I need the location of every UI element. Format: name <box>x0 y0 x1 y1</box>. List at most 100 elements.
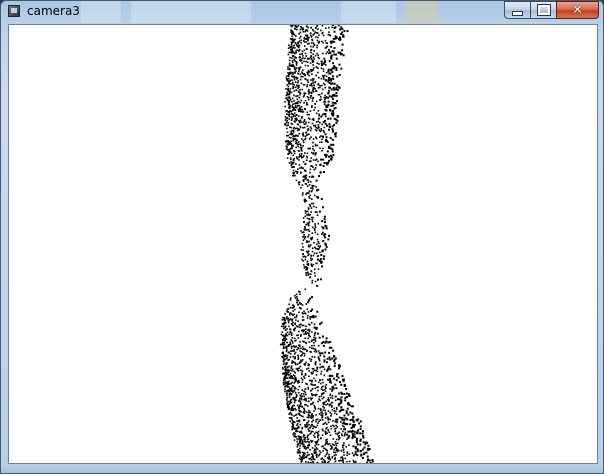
cloud-point <box>318 454 320 457</box>
cloud-point <box>288 417 291 419</box>
cloud-point <box>314 363 317 366</box>
cloud-point <box>304 374 307 377</box>
cloud-point <box>302 141 305 144</box>
cloud-point <box>304 163 307 165</box>
cloud-point <box>305 159 308 162</box>
cloud-point <box>310 92 313 95</box>
cloud-point <box>314 224 317 227</box>
cloud-point <box>288 118 291 120</box>
cloud-point <box>289 306 292 309</box>
cloud-point <box>288 99 290 102</box>
title-bar[interactable]: camera3 ✕ <box>1 1 603 23</box>
cloud-point <box>311 388 314 390</box>
cloud-point <box>303 333 305 335</box>
minimize-button[interactable] <box>504 1 530 19</box>
cloud-point <box>341 43 344 46</box>
cloud-point <box>314 268 316 271</box>
cloud-point <box>302 95 305 98</box>
cloud-point <box>300 355 302 357</box>
cloud-point <box>306 308 309 310</box>
cloud-point <box>289 88 292 90</box>
cloud-point <box>296 114 298 116</box>
cloud-point <box>295 396 298 398</box>
cloud-point <box>302 126 304 129</box>
cloud-point <box>318 76 320 79</box>
cloud-point <box>313 410 315 412</box>
app-window-icon[interactable] <box>8 5 20 17</box>
cloud-point <box>327 238 330 241</box>
cloud-point <box>325 383 328 386</box>
cloud-point <box>311 232 314 234</box>
cloud-point <box>298 426 300 429</box>
cloud-point <box>288 62 291 65</box>
cloud-point <box>284 358 286 361</box>
cloud-point <box>328 86 331 89</box>
cloud-point <box>332 420 334 422</box>
cloud-point <box>331 26 333 29</box>
cloud-point <box>322 335 324 338</box>
cloud-point <box>336 450 339 453</box>
cloud-point <box>324 411 327 414</box>
cloud-point <box>292 87 294 90</box>
cloud-point <box>317 440 319 442</box>
cloud-point <box>336 84 339 87</box>
cloud-point <box>294 436 296 438</box>
cloud-point <box>359 420 362 423</box>
cloud-point <box>291 370 293 372</box>
cloud-point <box>304 363 306 366</box>
cloud-point <box>317 278 319 281</box>
cloud-point <box>298 407 300 410</box>
cloud-point <box>292 390 294 393</box>
cloud-point <box>345 396 348 398</box>
cloud-point <box>287 96 289 99</box>
cloud-point <box>315 262 317 265</box>
camera-viewport[interactable] <box>8 24 598 464</box>
cloud-point <box>351 432 354 435</box>
cloud-point <box>320 197 323 200</box>
cloud-point <box>297 325 300 328</box>
cloud-point <box>306 268 308 271</box>
cloud-point <box>304 74 306 77</box>
cloud-point <box>323 103 326 105</box>
cloud-point <box>315 136 317 138</box>
cloud-point <box>306 134 308 136</box>
cloud-point <box>333 88 336 91</box>
cloud-point <box>299 28 302 31</box>
cloud-point <box>312 347 315 350</box>
cloud-point <box>313 124 315 127</box>
cloud-point <box>321 88 324 91</box>
cloud-point <box>328 52 330 55</box>
cloud-point <box>283 342 285 344</box>
cloud-point <box>315 100 318 103</box>
cloud-point <box>331 397 334 400</box>
cloud-point <box>316 366 319 369</box>
cloud-point <box>322 227 325 230</box>
cloud-point <box>321 249 324 252</box>
cloud-point <box>312 427 314 430</box>
cloud-point <box>302 217 305 219</box>
cloud-point <box>371 460 374 463</box>
cloud-point <box>311 344 313 347</box>
cloud-point <box>322 52 324 55</box>
cloud-point <box>296 139 298 141</box>
cloud-point <box>329 434 332 436</box>
cloud-point <box>310 414 313 416</box>
cloud-point <box>325 245 328 248</box>
cloud-point <box>317 258 319 261</box>
cloud-point <box>286 328 288 330</box>
cloud-point <box>285 390 288 392</box>
cloud-point <box>312 166 314 168</box>
cloud-point <box>304 200 306 202</box>
close-button[interactable]: ✕ <box>556 1 599 19</box>
cloud-point <box>310 36 313 38</box>
cloud-point <box>340 26 343 29</box>
cloud-point <box>290 382 292 385</box>
cloud-point <box>296 98 299 101</box>
cloud-point <box>329 411 331 414</box>
cloud-point <box>318 57 320 60</box>
cloud-point <box>312 56 315 59</box>
cloud-point <box>292 159 295 161</box>
cloud-point <box>304 30 306 33</box>
cloud-point <box>311 279 314 282</box>
maximize-button[interactable] <box>530 1 556 19</box>
